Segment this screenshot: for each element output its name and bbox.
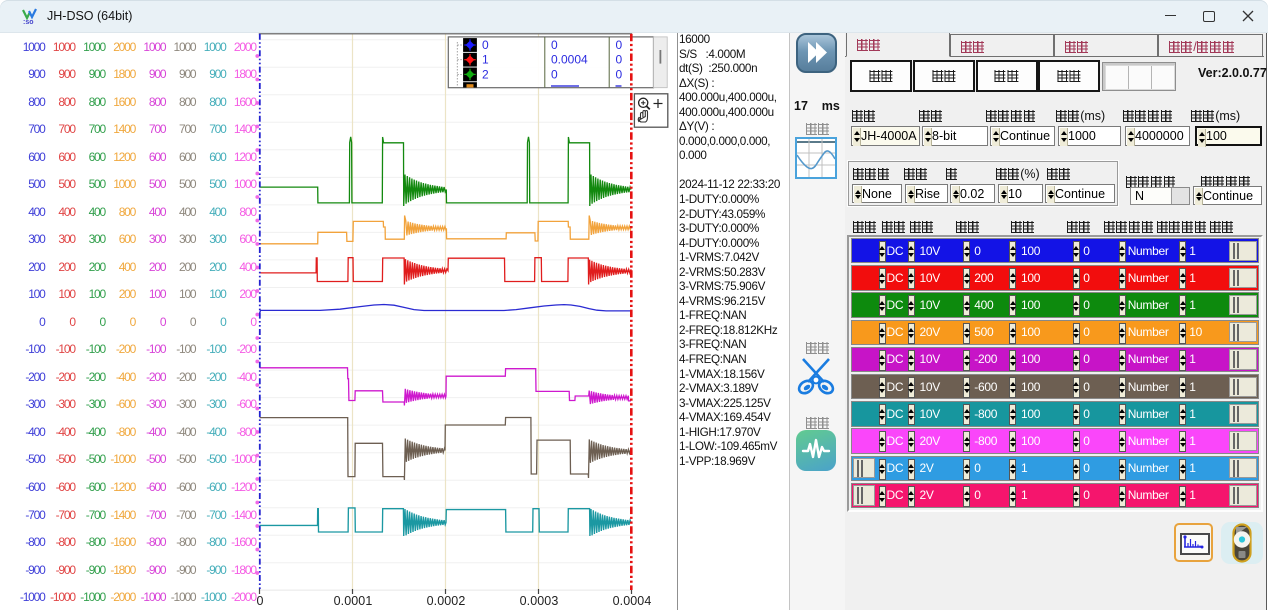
svg-text:1: 1: [482, 53, 489, 67]
svg-text::so: :so: [23, 19, 34, 25]
svg-text:0.0004: 0.0004: [551, 53, 588, 67]
svg-text:0.0002: 0.0002: [427, 594, 466, 608]
svg-text:2: 2: [482, 67, 489, 81]
svg-text:0: 0: [551, 38, 558, 52]
svg-text:0.0004: 0.0004: [613, 594, 652, 608]
svg-text:0: 0: [616, 67, 623, 81]
svg-text:0.0001: 0.0001: [334, 594, 373, 608]
svg-text:0: 0: [551, 67, 558, 81]
svg-text:0: 0: [616, 53, 623, 67]
svg-text:0: 0: [616, 38, 623, 52]
svg-text:0: 0: [256, 594, 263, 608]
svg-text:0.0003: 0.0003: [520, 594, 559, 608]
svg-text:0: 0: [482, 38, 489, 52]
